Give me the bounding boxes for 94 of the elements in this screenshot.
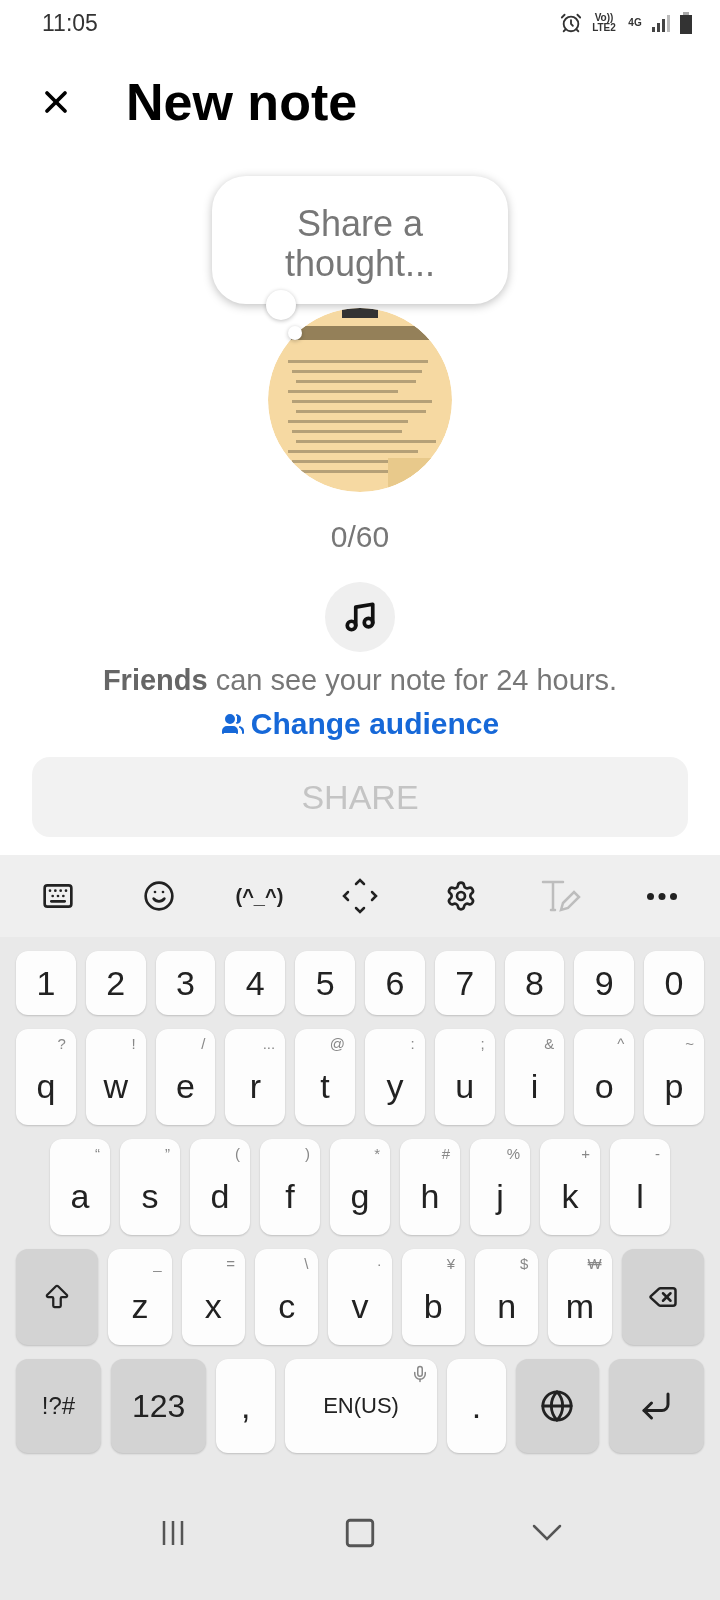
key[interactable]: 5 [295,951,355,1015]
key[interactable]: # h [400,1139,460,1235]
key[interactable]: ” s [120,1139,180,1235]
key[interactable]: 6 [365,951,425,1015]
key[interactable]: & i [504,1029,565,1125]
audience-text: Friends can see your note for 24 hours. [102,664,618,697]
key[interactable]: : y [365,1029,425,1125]
key-hint: ~ [685,1035,694,1052]
key-hint: = [226,1255,235,1272]
data-label: 4G [627,18,643,28]
key[interactable]: ₩ m [548,1249,612,1345]
diamond-arrows-icon [341,878,378,914]
key-hint: ) [305,1145,310,1162]
key[interactable]: @ t [295,1029,355,1125]
key[interactable]: / e [155,1029,216,1125]
globe-icon [540,1389,575,1423]
kaomoji-button[interactable]: (^_^) [224,884,295,908]
key[interactable]: ... r [225,1029,286,1125]
change-audience-link[interactable]: Change audience [220,707,500,741]
key-hint: ₩ [587,1255,602,1272]
key-hint: + [581,1145,590,1162]
key[interactable]: 123 [111,1359,207,1453]
key-hint: · [376,1255,382,1272]
note-field[interactable]: Share a thought... [212,176,508,304]
key[interactable]: + k [540,1139,600,1235]
key-hint: * [374,1145,380,1162]
key[interactable]: 3 [155,951,216,1015]
key[interactable]: ¥ b [401,1249,465,1345]
key[interactable]: \ c [255,1249,319,1345]
music-note-icon [343,600,377,634]
key-hint: : [410,1035,415,1052]
key-hint: ¥ [446,1255,455,1272]
key[interactable]: ~ p [644,1029,704,1125]
key[interactable]: 2 [85,951,146,1015]
key-hint: ” [165,1145,170,1162]
enter-key[interactable] [608,1359,704,1453]
key-hint: ... [262,1035,276,1052]
more-icon [646,892,677,900]
space-key[interactable]: EN(US) [285,1359,437,1453]
key[interactable]: , [216,1359,276,1453]
microphone-icon [411,1365,429,1383]
key[interactable]: - l [610,1139,670,1235]
signal-icon [652,14,672,32]
people-icon [220,712,245,736]
status-time: 11:05 [42,9,98,37]
key-hint: - [655,1145,660,1162]
key-hint: ; [480,1035,485,1052]
key[interactable]: ? q [16,1029,76,1125]
key-hint: ^ [617,1035,625,1052]
key-hint: % [506,1145,520,1162]
key[interactable]: _ z [108,1249,172,1345]
key[interactable]: % j [470,1139,530,1235]
nav-button[interactable] [532,1524,563,1541]
page-title: New note [126,72,358,132]
key-hint: # [441,1145,450,1162]
key[interactable]: 0 [644,951,704,1015]
character-counter: 0/60 [330,520,390,554]
key-hint: _ [153,1255,162,1272]
key[interactable]: = x [181,1249,245,1345]
key-hint: “ [95,1145,100,1162]
smiley-icon [142,880,175,912]
key[interactable]: 7 [434,951,495,1015]
network-label: Vo)) LTE2 [591,13,617,33]
language-key[interactable] [515,1359,599,1453]
backspace-key[interactable] [621,1249,704,1345]
bubble-tail [266,290,296,320]
key[interactable]: ) f [260,1139,320,1235]
key[interactable]: 1 [16,951,76,1015]
key[interactable]: · v [328,1249,392,1345]
battery-icon [680,12,692,34]
key-hint: ( [235,1145,240,1162]
key-hint: $ [519,1255,529,1272]
key-hint: / [201,1035,206,1052]
chevron-down-icon [532,1524,563,1541]
key[interactable]: !?# [16,1359,102,1453]
key-hint: & [544,1035,555,1052]
key[interactable]: * g [330,1139,390,1235]
text-pen-icon [541,878,582,914]
key-hint: @ [329,1035,345,1052]
key[interactable]: ; u [434,1029,495,1125]
alarm-icon [560,12,582,34]
key[interactable]: 8 [504,951,565,1015]
key[interactable]: 9 [574,951,635,1015]
key-hint: ? [57,1035,66,1052]
key-hint: ! [131,1035,136,1052]
key-hint: \ [304,1255,309,1272]
key[interactable]: ! w [85,1029,146,1125]
key[interactable]: $ n [474,1249,539,1345]
key[interactable]: ( d [190,1139,250,1235]
key[interactable]: ^ o [574,1029,635,1125]
key[interactable]: . [447,1359,506,1453]
key[interactable]: 4 [225,951,286,1015]
key[interactable]: “ a [50,1139,110,1235]
bubble-tail-dot [288,326,302,340]
